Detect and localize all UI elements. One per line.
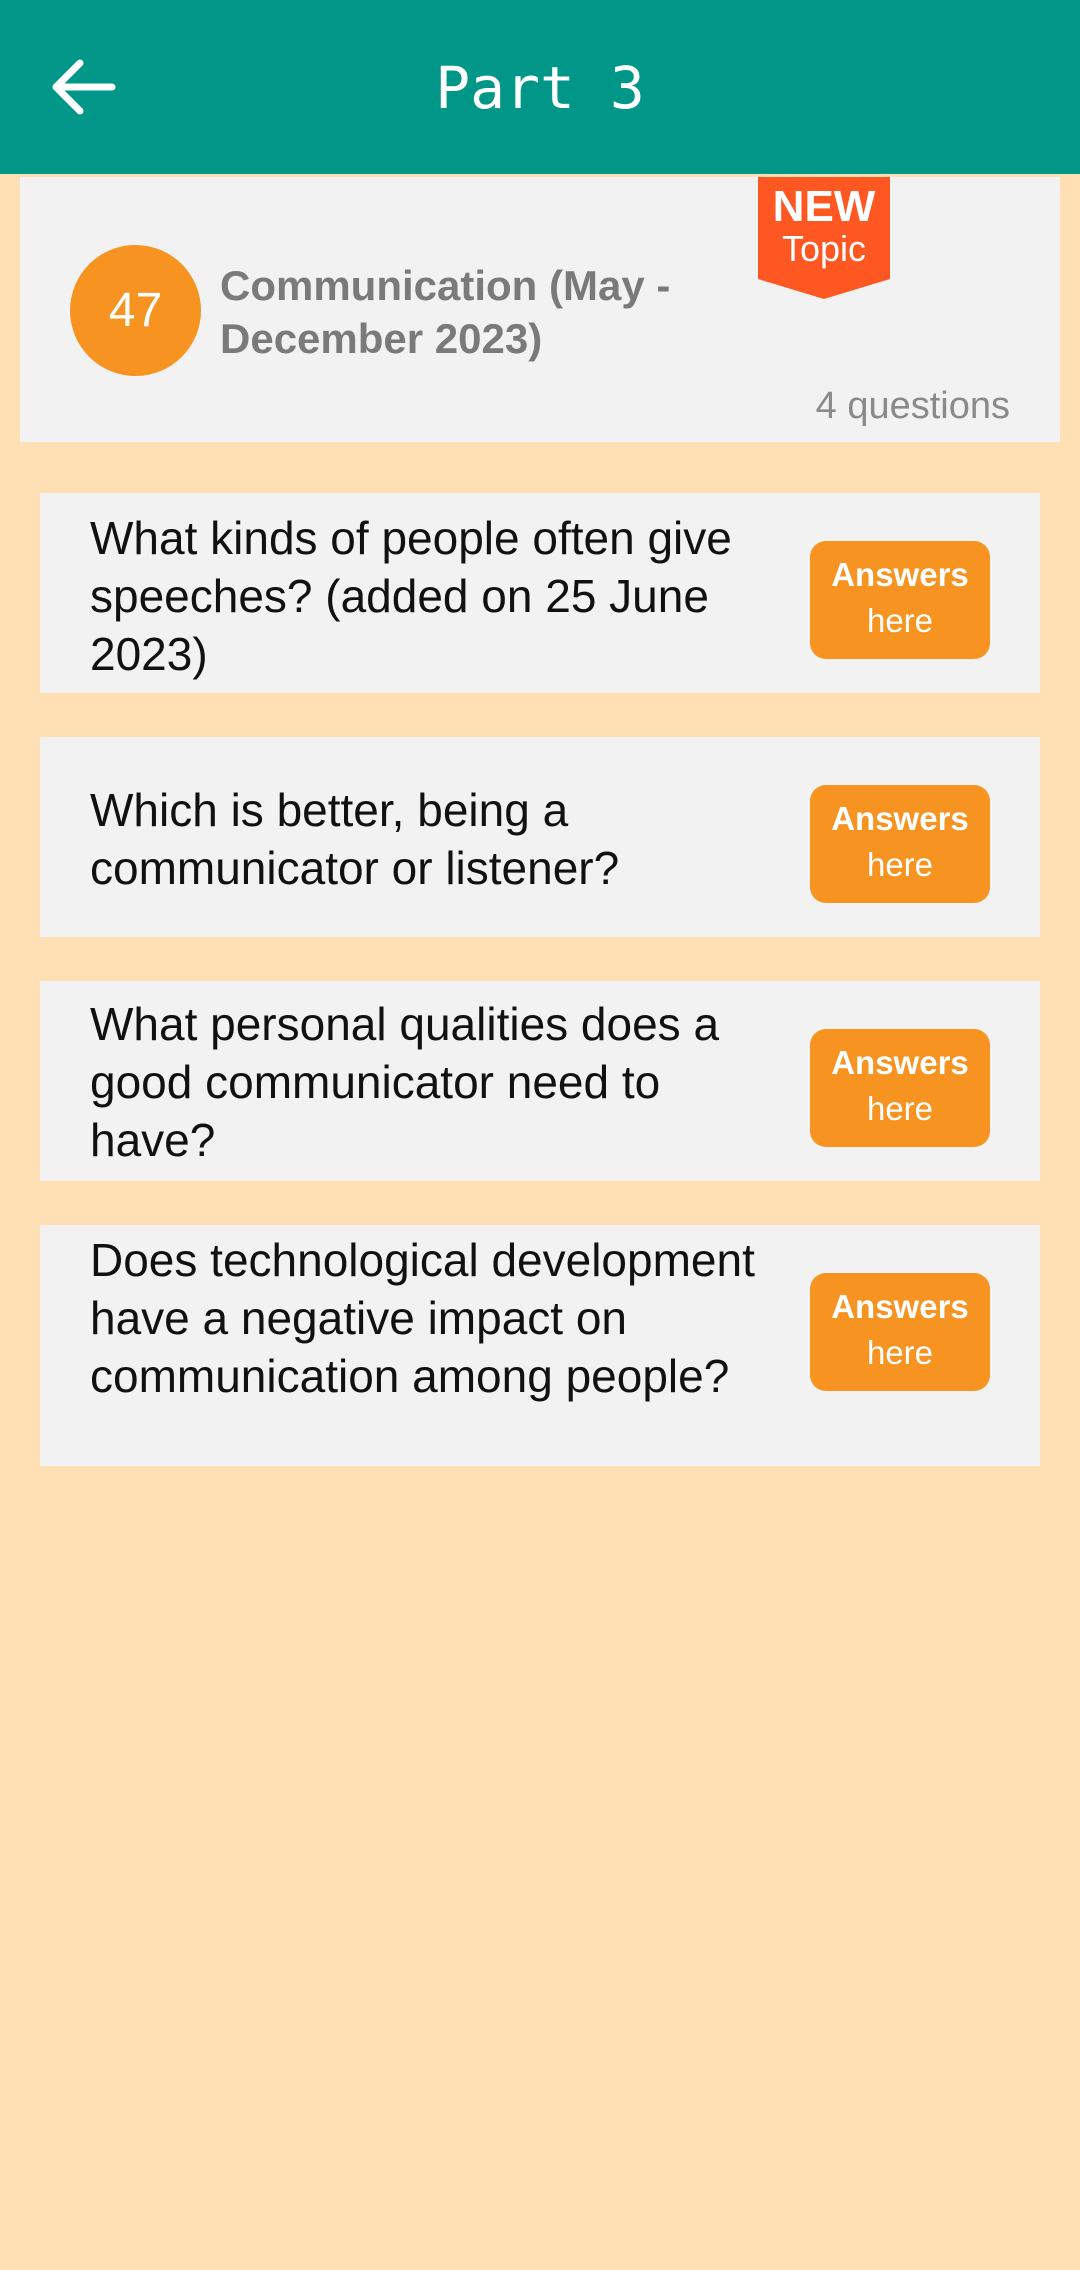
answers-button[interactable]: Answers here: [810, 785, 990, 903]
topic-number-badge: 47: [70, 245, 201, 376]
question-text: What personal qualities does a good comm…: [90, 998, 720, 1166]
topic-badge-label: Topic: [781, 228, 867, 269]
answers-button-sublabel: here: [866, 1334, 934, 1371]
new-topic-badge: NEW Topic: [758, 177, 890, 299]
question-card-4[interactable]: Does technological development have a ne…: [40, 1225, 1040, 1466]
answers-button-sublabel: here: [866, 602, 934, 639]
new-badge-label: NEW: [772, 182, 876, 231]
topic-header-card: 47 Communication (May - December 2023) 4…: [20, 177, 1060, 442]
question-text: What kinds of people often give speeches…: [90, 512, 732, 680]
page-title: Part 3: [435, 54, 645, 122]
answers-button-sublabel: here: [866, 846, 934, 883]
answers-button[interactable]: Answers here: [810, 1029, 990, 1147]
answers-button[interactable]: Answers here: [810, 541, 990, 659]
answers-button[interactable]: Answers here: [810, 1273, 990, 1391]
question-count: 4 questions: [815, 385, 1010, 427]
answers-button-sublabel: here: [866, 1090, 934, 1127]
question-text: Does technological development have a ne…: [90, 1234, 755, 1402]
question-card-3[interactable]: What personal qualities does a good comm…: [40, 981, 1040, 1181]
question-card-1[interactable]: What kinds of people often give speeches…: [40, 493, 1040, 693]
answers-button-label: Answers: [831, 1044, 969, 1081]
question-text: Which is better, being a communicator or…: [90, 784, 620, 894]
answers-button-label: Answers: [831, 800, 969, 837]
app-bar: Part 3: [0, 0, 1080, 174]
answers-button-label: Answers: [831, 1288, 969, 1325]
question-card-2[interactable]: Which is better, being a communicator or…: [40, 737, 1040, 937]
answers-button-label: Answers: [831, 556, 969, 593]
topic-title: Communication (May - December 2023): [220, 262, 671, 362]
